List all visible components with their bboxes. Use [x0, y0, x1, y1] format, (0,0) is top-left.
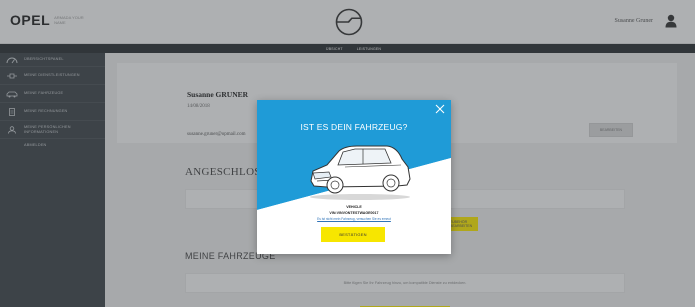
confirm-button[interactable]: BESTÄTIGEN	[321, 227, 385, 242]
car-illustration-icon	[310, 145, 411, 200]
vehicle-vin: VIN:VINVONTESTWAGE0017	[329, 211, 379, 215]
modal-title: IST ES DEIN FAHRZEUG?	[300, 122, 408, 132]
vehicle-label: VEHICLE	[346, 205, 362, 209]
vehicle-confirm-modal: IST ES DEIN FAHRZEUG? VEHICLE VIN:VINVON…	[257, 100, 451, 254]
close-icon[interactable]	[435, 104, 445, 114]
not-my-vehicle-link[interactable]: Es ist nicht mein Fahrzeug, versuchen Si…	[257, 217, 451, 221]
